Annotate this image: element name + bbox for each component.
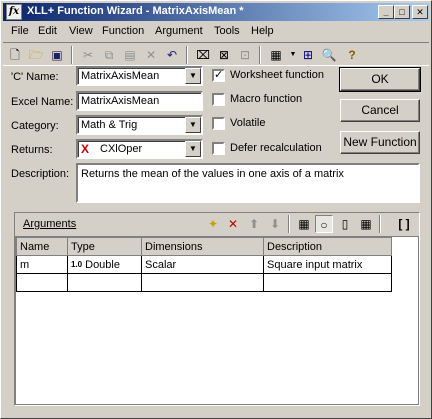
arguments-table: Name Type Dimensions Description m 1.0 Do… [16,237,392,292]
maximize-button[interactable]: □ [394,5,410,19]
chevron-down-icon[interactable]: ▼ [185,68,201,84]
table-row[interactable] [16,273,392,292]
category-label: Category: [11,120,59,132]
toolbar-separator [288,215,290,233]
returns-value: CXlOper [100,143,143,155]
open-folder-icon[interactable]: 🗁 [27,46,45,64]
layout-icon[interactable]: ⊞ [299,46,317,64]
table-header-row: Name Type Dimensions Description [16,237,392,256]
ok-button[interactable]: OK [339,67,421,92]
excel-name-label: Excel Name: [11,96,74,108]
print-preview-icon[interactable]: 🔍 [320,46,338,64]
description-textarea[interactable]: Returns the mean of the values in one ax… [76,163,420,203]
move-up-icon[interactable]: ⬆ [245,215,263,233]
delete-argument-icon[interactable]: ✕ [224,215,242,233]
column-header-dimensions[interactable]: Dimensions [141,237,264,256]
macro-function-label: Macro function [230,93,303,105]
cut-function-icon[interactable]: ⌧ [194,46,212,64]
column-header-description[interactable]: Description [263,237,392,256]
cname-label: 'C' Name: [11,71,59,83]
toolbar-separator [186,46,188,64]
delete-function-icon[interactable]: ⊠ [215,46,233,64]
new-function-button[interactable]: New Function [340,131,420,154]
title-bar[interactable]: fx XLL+ Function Wizard - MatrixAxisMean… [3,3,429,21]
menu-tools[interactable]: Tools [214,25,240,37]
cancel-button[interactable]: Cancel [340,99,420,122]
copy-icon[interactable]: ⧉ [100,46,118,64]
vector-view-icon[interactable]: ▯ [336,215,354,233]
description-label: Description: [11,168,70,180]
volatile-checkbox[interactable] [212,117,225,130]
new-file-icon[interactable]: 🗋 [6,46,24,64]
cell-type[interactable]: 1.0 Double [67,255,142,274]
column-header-name[interactable]: Name [16,237,68,256]
arguments-header: Arguments ✦ ✕ ⬆ ⬇ ▦ ○ ▯ ▦ [ ] [15,213,419,235]
returns-label: Returns: [11,144,53,156]
worksheet-function-label: Worksheet function [230,69,324,81]
cell-description[interactable]: Square input matrix [263,255,392,274]
toolbar-separator [71,46,73,64]
volatile-label: Volatile [230,117,266,129]
worksheet-function-checkbox[interactable]: ✓ [212,69,225,82]
excel-name-input[interactable]: MatrixAxisMean [76,91,203,111]
properties-icon[interactable]: ▦ [267,46,285,64]
undo-icon[interactable]: ↶ [163,46,181,64]
menu-argument[interactable]: Argument [155,25,203,37]
cell-dimensions[interactable] [141,273,264,292]
category-combobox[interactable]: Math & Trig ▼ [76,115,203,135]
toolbar-separator [379,215,381,233]
description-value: Returns the mean of the values in one ax… [81,168,344,180]
column-header-type[interactable]: Type [67,237,142,256]
menu-edit[interactable]: Edit [38,25,57,37]
category-value: Math & Trig [81,119,138,131]
arguments-label: Arguments [23,218,77,230]
menu-view[interactable]: View [69,25,93,37]
toolbar: 🗋 🗁 ▣ ✂ ⧉ ▤ ✕ ↶ ⌧ ⊠ ⊡ ▦ ▼ ⊞ 🔍 ? [3,42,429,66]
chevron-down-icon[interactable]: ▼ [185,117,201,133]
help-icon[interactable]: ? [343,46,361,64]
cell-name[interactable]: m [16,255,68,274]
brackets-icon[interactable]: [ ] [395,215,413,233]
wizard-window: fx XLL+ Function Wizard - MatrixAxisMean… [0,0,432,419]
excel-type-icon: X [81,142,90,156]
paste-icon[interactable]: ▤ [121,46,139,64]
arguments-grid[interactable]: Name Type Dimensions Description m 1.0 Do… [15,236,419,405]
macro-function-checkbox[interactable] [212,93,225,106]
menu-file[interactable]: File [11,25,29,37]
cname-value: MatrixAxisMean [81,70,160,82]
cell-description[interactable] [263,273,392,292]
menu-function[interactable]: Function [102,25,144,37]
menu-bar: File Edit View Function Argument Tools H… [3,23,429,41]
minimize-button[interactable]: _ [378,5,394,19]
cname-combobox[interactable]: MatrixAxisMean ▼ [76,66,203,86]
argument-properties-icon[interactable]: ▦ [295,215,313,233]
cell-type-text: Double [85,258,120,271]
move-down-icon[interactable]: ⬇ [266,215,284,233]
window-title: XLL+ Function Wizard - MatrixAxisMean * [27,5,244,17]
paste-function-icon[interactable]: ⊡ [236,46,254,64]
add-argument-icon[interactable]: ✦ [204,215,222,233]
table-row[interactable]: m 1.0 Double Scalar Square input matrix [16,255,392,274]
function-app-icon: fx [6,4,22,20]
double-type-icon: 1.0 [71,259,83,269]
defer-recalculation-label: Defer recalculation [230,142,322,154]
cell-name[interactable] [16,273,68,292]
defer-recalculation-checkbox[interactable] [212,142,225,155]
menu-help[interactable]: Help [251,25,274,37]
excel-name-value: MatrixAxisMean [81,95,160,107]
close-button[interactable]: ✕ [412,5,428,19]
cell-dimensions[interactable]: Scalar [141,255,264,274]
matrix-view-icon[interactable]: ▦ [357,215,375,233]
cut-icon[interactable]: ✂ [79,46,97,64]
returns-combobox[interactable]: X CXlOper ▼ [76,139,203,159]
delete-icon[interactable]: ✕ [142,46,160,64]
save-icon[interactable]: ▣ [48,46,66,64]
chevron-down-icon[interactable]: ▼ [185,141,201,157]
toolbar-separator [259,46,261,64]
scalar-view-icon[interactable]: ○ [315,215,333,233]
cell-type[interactable] [67,273,142,292]
